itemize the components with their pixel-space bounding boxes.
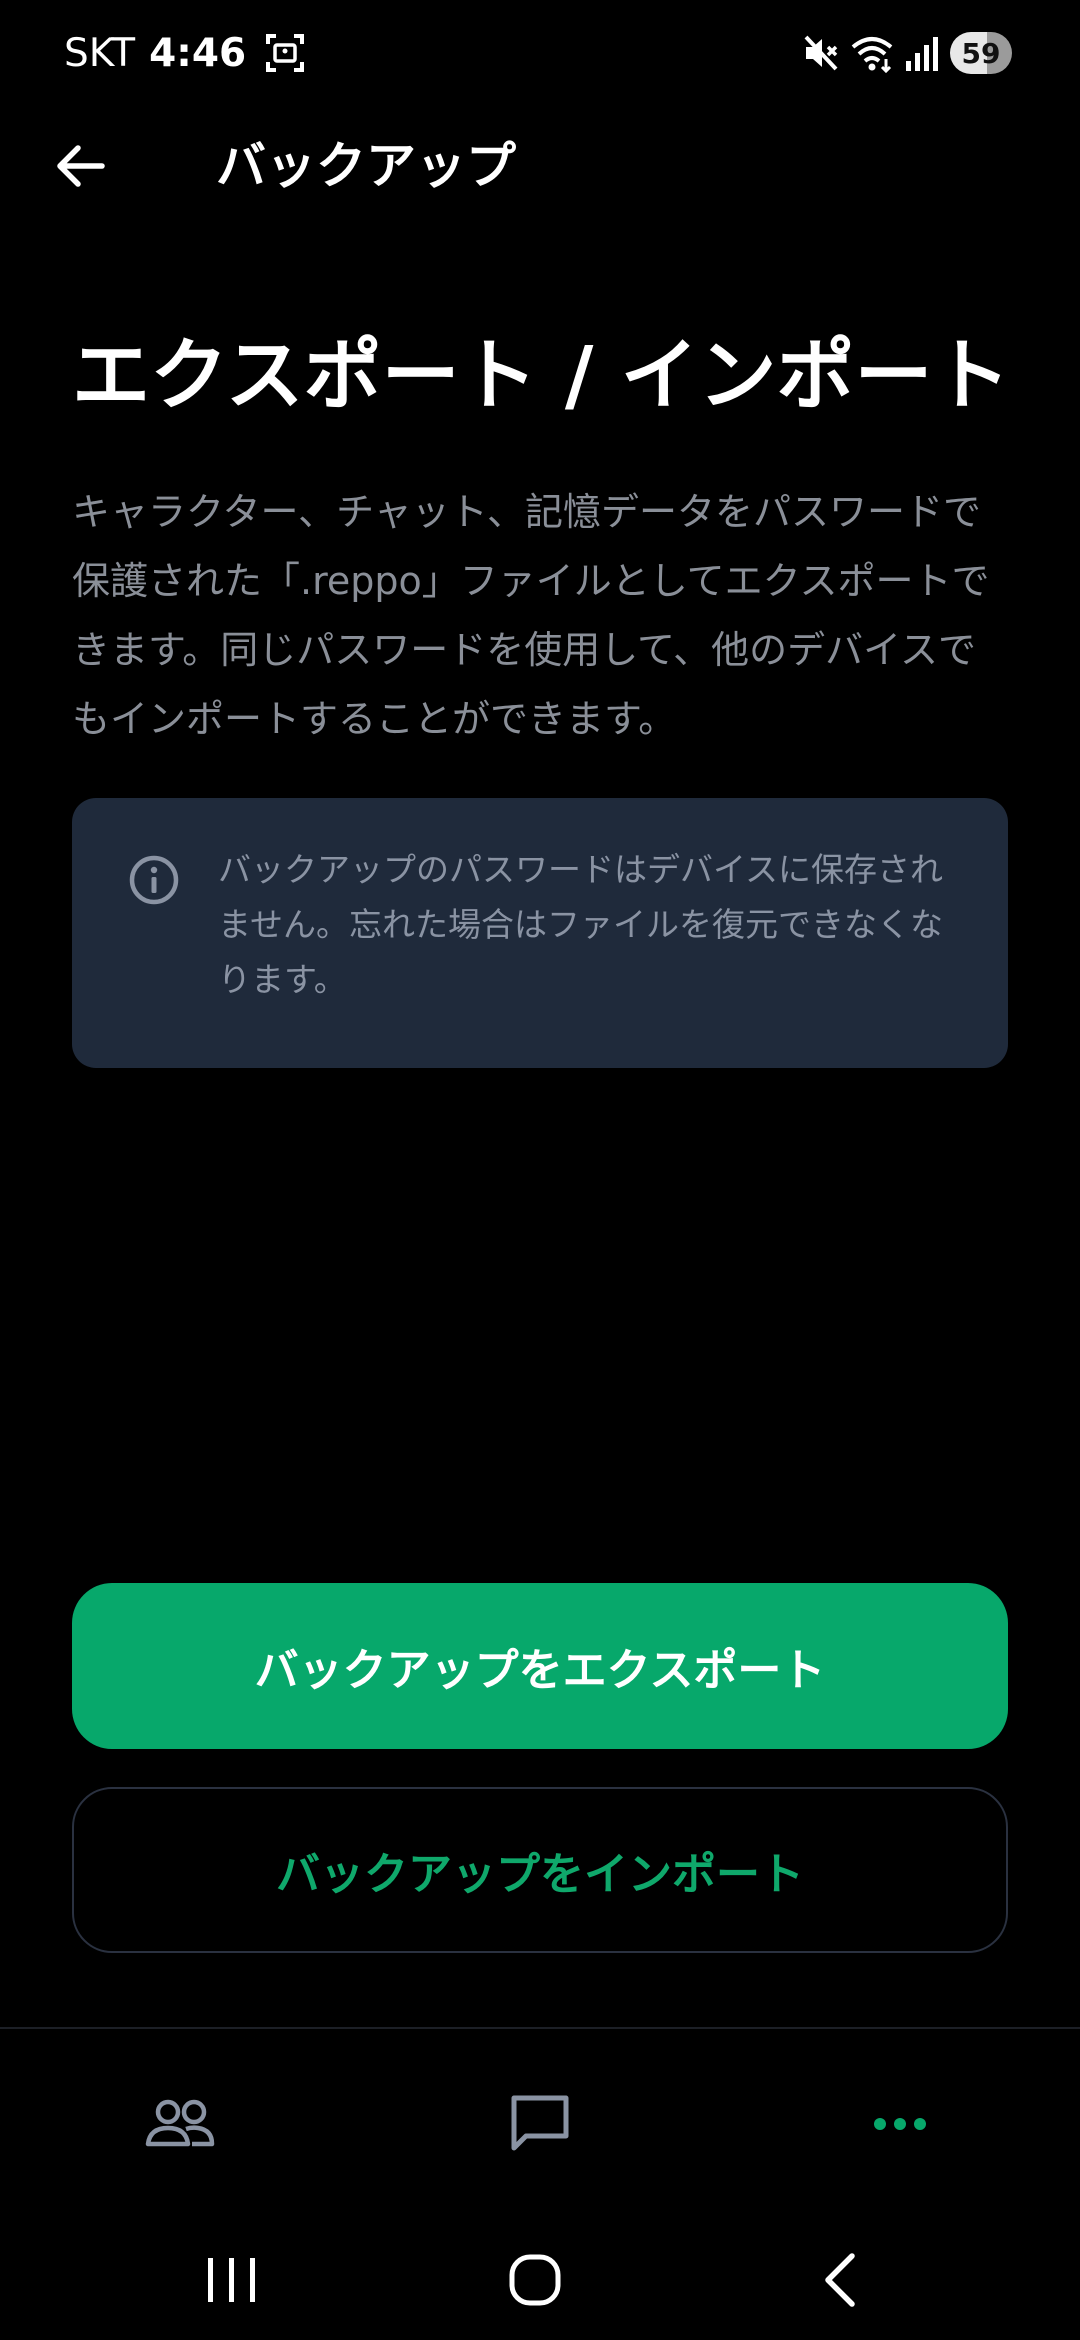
home-button[interactable] [495,2240,575,2320]
clock: 4:46 [149,30,247,76]
more-icon [874,2118,926,2130]
nav-item-chat[interactable] [495,2079,585,2169]
mute-icon [804,35,838,71]
bottom-nav [0,2027,1080,2199]
nav-item-more[interactable] [855,2079,945,2169]
status-left: SKT 4:46 [64,30,306,76]
home-icon [509,2254,561,2306]
system-back-icon [825,2253,855,2307]
system-nav [0,2220,1080,2340]
info-text: バックアップのパスワードはデバイスに保存されません。忘れた場合はファイルを復元で… [218,850,944,999]
carrier-label: SKT [64,30,136,76]
status-right: 59 [792,30,1012,76]
section-heading: エクスポート / インポート [72,331,1011,421]
chat-icon [511,2095,569,2151]
battery-badge: 59 [950,32,1012,74]
status-bar: SKT 4:46 59 [0,0,1080,104]
recent-apps-icon [208,2258,255,2302]
arrow-left-icon [57,145,105,187]
info-card: バックアップのパスワードはデバイスに保存されません。忘れた場合はファイルを復元で… [72,798,1008,1068]
export-backup-button[interactable]: バックアップをエクスポート [72,1583,1008,1749]
recent-apps-button[interactable] [192,2240,272,2320]
wifi-icon [851,37,893,73]
nav-item-characters[interactable] [135,2079,225,2169]
app-bar: バックアップ [0,120,1080,210]
system-back-button[interactable] [800,2240,880,2320]
people-icon [145,2099,215,2147]
import-backup-button[interactable]: バックアップをインポート [72,1787,1008,1953]
info-icon [129,855,179,905]
back-button[interactable] [48,134,112,198]
signal-icon [906,37,938,71]
screen-record-icon [266,34,305,72]
page-title: バックアップ [216,137,516,195]
section-description: キャラクター、チャット、記憶データをパスワードで保護された「.reppo」ファイ… [72,490,990,741]
